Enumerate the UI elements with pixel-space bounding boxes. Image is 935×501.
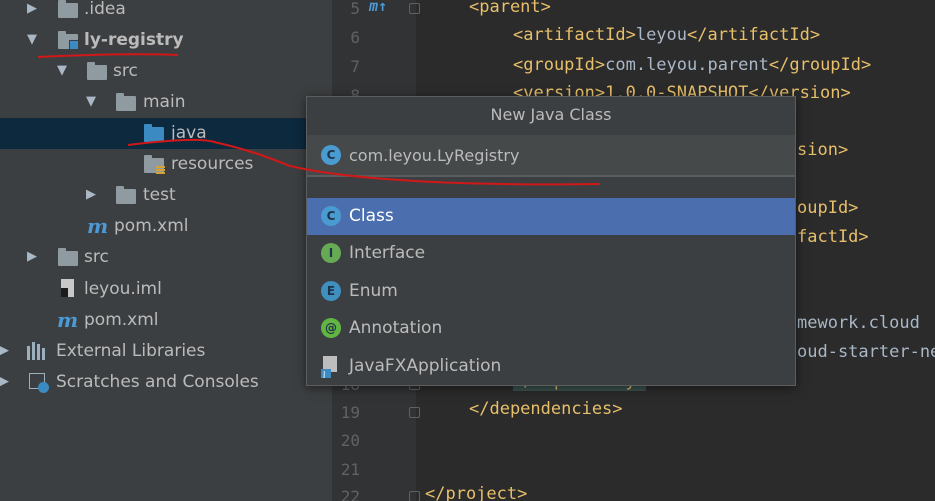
maven-icon: m: [87, 214, 109, 238]
folder-icon: [58, 0, 78, 18]
code-line-15-fragment: oud-starter-ne: [797, 342, 935, 362]
kind-interface-option[interactable]: I Interface: [307, 235, 795, 272]
code-line-14-fragment: mework.cloud: [797, 313, 920, 333]
javafx-file-icon: J: [321, 356, 337, 378]
tree-item-external-libraries[interactable]: ▶ External Libraries: [0, 336, 332, 367]
folder-icon: [116, 93, 136, 111]
kind-label: Interface: [349, 243, 426, 263]
expand-arrow-icon[interactable]: ▶: [27, 246, 37, 268]
tree-item-label: Scratches and Consoles: [56, 372, 259, 392]
code-line-6: <artifactId>leyou</artifactId>: [513, 25, 821, 45]
enum-icon: E: [321, 281, 341, 301]
tree-item-label: leyou.iml: [84, 279, 162, 299]
tree-item-label: pom.xml: [84, 310, 159, 330]
collapse-arrow-icon[interactable]: ▼: [86, 91, 96, 113]
kind-annotation-option[interactable]: @ Annotation: [307, 310, 795, 347]
kind-javafx-option[interactable]: J JavaFXApplication: [307, 348, 795, 385]
kind-label: Annotation: [349, 318, 443, 338]
class-name-input[interactable]: [349, 144, 769, 166]
class-icon: C: [321, 206, 341, 226]
expand-arrow-icon[interactable]: ▶: [27, 0, 37, 20]
source-folder-icon: [144, 124, 164, 142]
tree-item-label: java: [171, 123, 207, 143]
maven-parent-gutter-icon[interactable]: m↑: [369, 0, 387, 15]
fold-marker-icon[interactable]: [409, 3, 420, 14]
class-name-field[interactable]: C: [307, 135, 795, 175]
code-line-5: <parent>: [469, 0, 551, 17]
folder-icon: [58, 248, 78, 266]
fold-marker-icon[interactable]: [409, 491, 420, 501]
line-number: 22: [340, 487, 360, 501]
kind-enum-option[interactable]: E Enum: [307, 273, 795, 310]
tree-item-label: test: [143, 185, 176, 205]
tree-item-label: .idea: [84, 0, 126, 19]
iml-file-icon: [58, 279, 78, 298]
code-line-12-fragment: factId>: [797, 227, 869, 247]
line-number: 5: [350, 0, 360, 18]
line-number: 19: [340, 403, 360, 422]
expand-arrow-icon[interactable]: ▶: [0, 340, 9, 362]
maven-icon: m: [57, 308, 79, 332]
kind-class-option[interactable]: C Class: [307, 198, 795, 235]
tree-item-src-root[interactable]: ▶ src: [0, 242, 332, 273]
tree-item-resources[interactable]: resources: [0, 149, 332, 180]
module-folder-icon: [58, 31, 79, 50]
tree-item-scratches[interactable]: ▶ Scratches and Consoles: [0, 367, 332, 398]
library-icon: [27, 342, 47, 360]
interface-icon: I: [321, 243, 341, 263]
line-number: 21: [340, 460, 360, 479]
code-line-7: <groupId>com.leyou.parent</groupId>: [513, 55, 872, 75]
tree-item-label: src: [113, 61, 138, 81]
fold-marker-icon[interactable]: [409, 407, 420, 418]
tree-item-pom-xml[interactable]: m pom.xml: [0, 211, 332, 242]
svg-text:J: J: [322, 370, 325, 378]
folder-icon: [87, 62, 107, 80]
code-line-11-fragment: oupId>: [797, 198, 859, 218]
divider: [307, 175, 795, 177]
line-number: 7: [350, 57, 360, 76]
annotation-icon: @: [321, 318, 341, 338]
tree-item-main[interactable]: ▼ main: [0, 87, 332, 118]
kind-label: JavaFXApplication: [349, 356, 502, 376]
resources-folder-icon: [144, 155, 165, 174]
tree-item-idea[interactable]: ▶ .idea: [0, 0, 332, 25]
tree-item-test[interactable]: ▶ test: [0, 180, 332, 211]
code-line-22: </project>: [425, 484, 528, 501]
expand-arrow-icon[interactable]: ▶: [86, 184, 96, 206]
tree-item-root-pom-xml[interactable]: m pom.xml: [0, 305, 332, 336]
tree-item-label: pom.xml: [114, 216, 189, 236]
expand-arrow-icon[interactable]: ▶: [0, 371, 9, 393]
tree-item-leyou-iml[interactable]: leyou.iml: [0, 274, 332, 305]
new-java-class-dialog: New Java Class C C Class I Interface E E…: [306, 96, 796, 386]
dialog-title: New Java Class: [490, 105, 612, 124]
tree-item-label: resources: [171, 154, 254, 174]
line-number: 20: [340, 431, 360, 450]
tree-item-java[interactable]: java: [0, 118, 332, 149]
tree-item-label: ly-registry: [84, 30, 184, 50]
line-number: 6: [350, 28, 360, 47]
scratches-icon: [27, 373, 49, 393]
code-line-9-fragment: sion>: [797, 140, 849, 160]
tree-item-label: main: [143, 92, 186, 112]
tree-item-ly-registry[interactable]: ▼ ly-registry: [0, 25, 332, 56]
kind-label: Enum: [349, 281, 398, 301]
folder-icon: [116, 186, 136, 204]
tree-item-label: External Libraries: [56, 341, 206, 361]
code-line-19: </dependencies>: [469, 399, 623, 419]
collapse-arrow-icon[interactable]: ▼: [57, 60, 67, 82]
tree-item-label: src: [84, 247, 109, 267]
project-tree: ▶ .idea ▼ ly-registry ▼ src ▼ main java …: [0, 0, 332, 501]
kind-label: Class: [349, 206, 394, 226]
class-icon: C: [321, 145, 341, 165]
tree-item-src[interactable]: ▼ src: [0, 56, 332, 87]
collapse-arrow-icon[interactable]: ▼: [27, 29, 37, 51]
